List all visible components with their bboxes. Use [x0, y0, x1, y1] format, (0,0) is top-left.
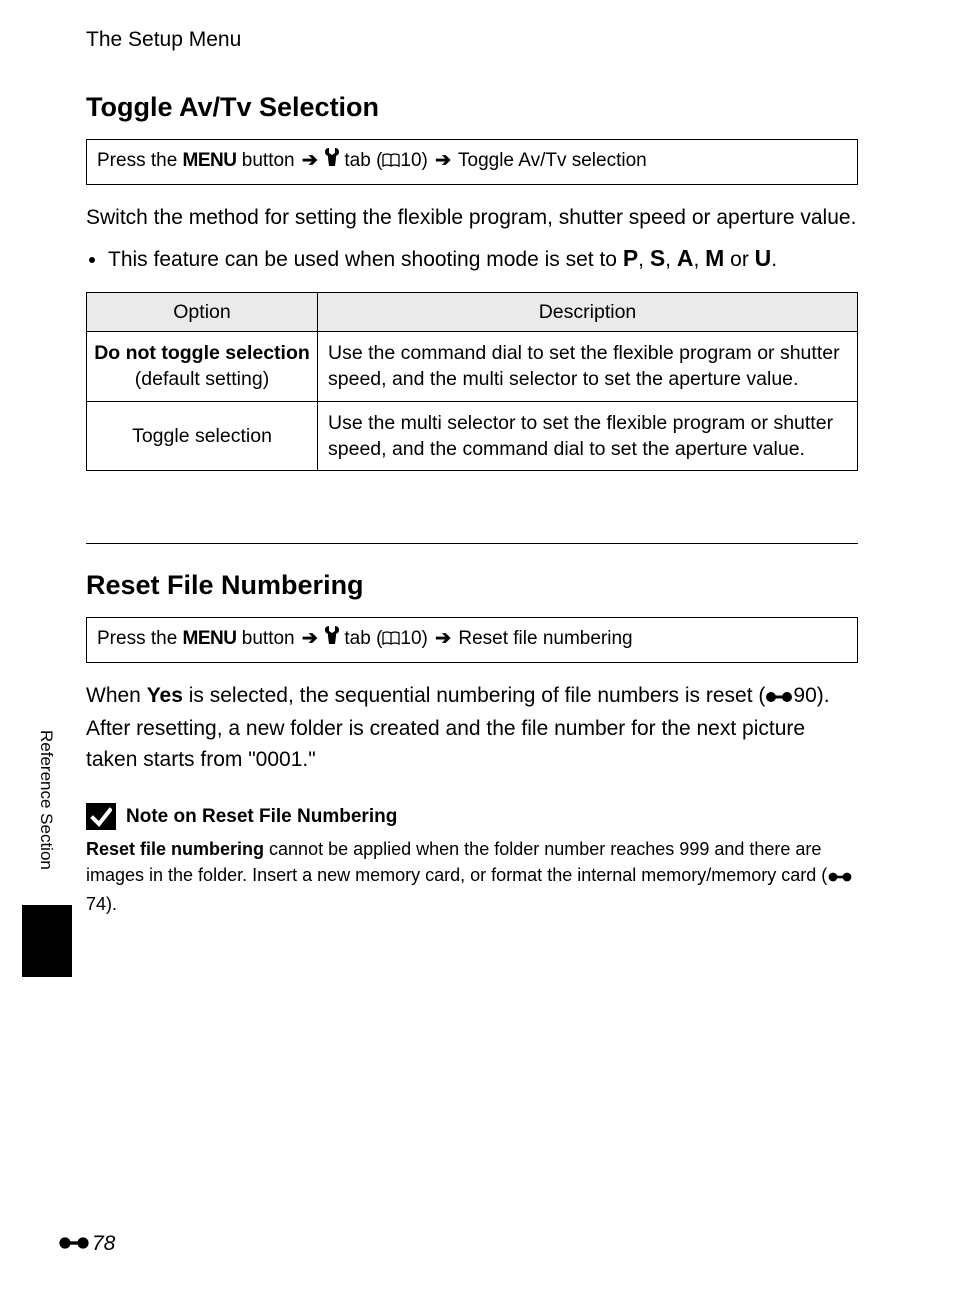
chapter-title: The Setup Menu: [86, 28, 858, 52]
menu-button-glyph: MENU: [183, 150, 237, 171]
note-check-icon: [86, 803, 116, 830]
table-row: Do not toggle selection (default setting…: [87, 331, 858, 401]
col-header-option: Option: [87, 292, 318, 331]
reference-icon: [765, 684, 793, 714]
mode-m: M: [705, 245, 724, 271]
arrow-right-icon: ➔: [435, 149, 451, 174]
reset-body-text: When Yes is selected, the sequential num…: [86, 681, 858, 775]
table-row: Toggle selection Use the multi selector …: [87, 401, 858, 471]
t: When: [86, 684, 147, 707]
page-content: The Setup Menu Toggle Av/Tv Selection Pr…: [86, 28, 858, 917]
nav-text: button: [237, 150, 300, 171]
nav-text: ): [422, 628, 434, 649]
nav-path-reset: Press the MENU button ➔ tab ( 10) ➔ Reset…: [86, 617, 858, 663]
nav-text: button: [237, 628, 300, 649]
nav-pageref: 10: [400, 150, 421, 171]
yes-bold: Yes: [147, 684, 183, 707]
option-name: Do not toggle selection: [94, 342, 310, 364]
section-title-toggle: Toggle Av/Tv Selection: [86, 92, 858, 123]
nav-text: Press the: [97, 628, 183, 649]
nav-destination: Toggle Av/Tv selection: [453, 150, 647, 171]
nav-text: Press the: [97, 150, 183, 171]
side-section-label: Reference Section: [36, 730, 56, 870]
page-number: 78: [58, 1232, 115, 1256]
mode-a: A: [677, 245, 694, 271]
menu-button-glyph: MENU: [183, 628, 237, 649]
bullet-post: .: [771, 248, 777, 271]
note-heading: Note on Reset File Numbering: [86, 803, 858, 830]
section-divider: [86, 543, 858, 544]
options-table: Option Description Do not toggle selecti…: [86, 292, 858, 472]
nav-text: tab (: [339, 628, 382, 649]
option-sub: (default setting): [135, 368, 269, 390]
nav-pageref: 10: [400, 628, 421, 649]
feature-bullet: This feature can be used when shooting m…: [108, 241, 858, 276]
reference-icon: [827, 865, 853, 891]
wrench-icon: [325, 626, 339, 652]
mode-p: P: [623, 245, 638, 271]
side-tab-marker: [22, 905, 72, 977]
description-cell: Use the command dial to set the flexible…: [318, 331, 858, 401]
reference-icon: [58, 1232, 90, 1256]
nav-destination: Reset file numbering: [453, 628, 633, 649]
description-cell: Use the multi selector to set the flexib…: [318, 401, 858, 471]
nav-text: tab (: [339, 150, 382, 171]
note-block: Note on Reset File Numbering Reset file …: [86, 803, 858, 917]
t: ).: [106, 894, 117, 914]
option-cell: Do not toggle selection (default setting…: [87, 331, 318, 401]
page-num-value: 78: [92, 1232, 115, 1256]
intro-text: Switch the method for setting the flexib…: [86, 203, 858, 233]
nav-path-toggle: Press the MENU button ➔ tab ( 10) ➔ Toggl…: [86, 139, 858, 185]
feature-bullet-list: This feature can be used when shooting m…: [86, 241, 858, 276]
option-cell: Toggle selection: [87, 401, 318, 471]
arrow-right-icon: ➔: [435, 627, 451, 652]
arrow-right-icon: ➔: [302, 627, 318, 652]
t: is selected, the sequential numbering of…: [183, 684, 765, 707]
note-body: Reset file numbering cannot be applied w…: [86, 836, 858, 917]
table-header-row: Option Description: [87, 292, 858, 331]
note-lead: Reset file numbering: [86, 839, 264, 859]
wrench-icon: [325, 148, 339, 174]
nav-text: ): [422, 150, 434, 171]
col-header-description: Description: [318, 292, 858, 331]
book-icon: [382, 153, 400, 167]
note-title: Note on Reset File Numbering: [126, 806, 397, 828]
section-title-reset: Reset File Numbering: [86, 570, 858, 601]
mode-u: U: [755, 245, 772, 271]
option-name: Toggle selection: [132, 425, 272, 447]
arrow-right-icon: ➔: [302, 149, 318, 174]
ref-num: 74: [86, 894, 106, 914]
book-icon: [382, 631, 400, 645]
bullet-pre: This feature can be used when shooting m…: [108, 248, 623, 271]
mode-s: S: [650, 245, 665, 271]
ref-num: 90: [793, 684, 816, 707]
